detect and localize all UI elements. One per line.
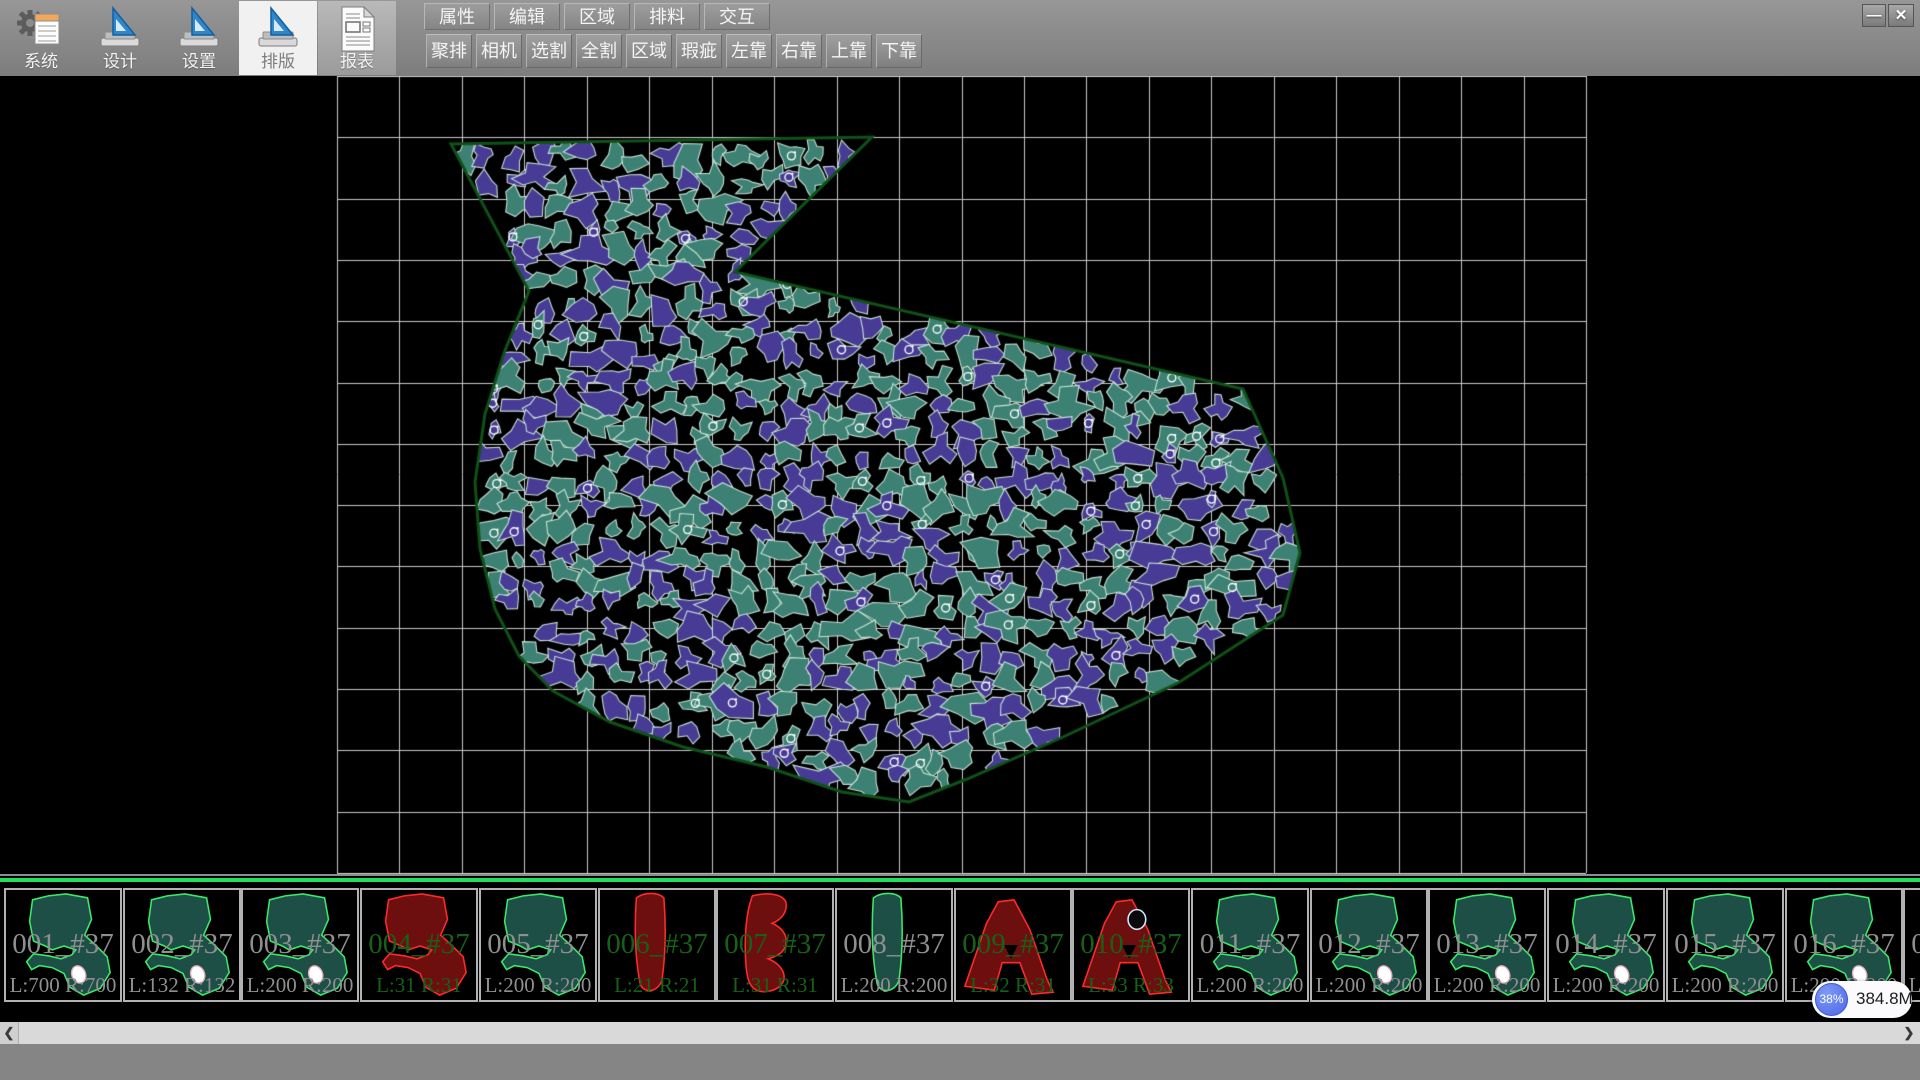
- main-button-label: 排版: [239, 47, 317, 72]
- piece-name-label: 009_#37: [948, 928, 1078, 961]
- piece-thumbnail-strip: 001_#37L:700 R:700002_#37L:132 R:132003_…: [0, 884, 1920, 1022]
- menu-item-2[interactable]: 编辑: [494, 3, 560, 30]
- main-button-settings[interactable]: 设置: [160, 1, 238, 75]
- piece-lr-count-label: L:200 R:200: [237, 973, 363, 998]
- tool-button-5[interactable]: 区域: [626, 34, 672, 68]
- piece-thumbnail-010_#37[interactable]: 010_#37L:33 R:33: [1072, 888, 1190, 1002]
- menu-item-3[interactable]: 区域: [564, 3, 630, 30]
- piece-lr-count-label: L:200 R:200: [831, 973, 957, 998]
- menu-item-4[interactable]: 排料: [634, 3, 700, 30]
- menu-item-5[interactable]: 交互: [704, 3, 770, 30]
- piece-name-label: 016_#37: [1779, 928, 1909, 961]
- minimize-button[interactable]: —: [1862, 4, 1886, 27]
- piece-lr-count-label: L:200 R:200: [1306, 973, 1432, 998]
- main-button-report[interactable]: 报表: [318, 1, 396, 75]
- piece-name-label: 002_#37: [117, 928, 247, 961]
- nesting-canvas[interactable]: [0, 76, 1920, 874]
- strip-divider-line: [0, 878, 1920, 882]
- piece-thumbnail-013_#37[interactable]: 013_#37L:200 R:200: [1428, 888, 1546, 1002]
- tool-button-8[interactable]: 右靠: [776, 34, 822, 68]
- piece-name-label: 017_#37: [1897, 928, 1920, 961]
- piece-thumbnail-014_#37[interactable]: 014_#37L:200 R:200: [1547, 888, 1665, 1002]
- main-button-nesting[interactable]: 排版: [239, 1, 317, 75]
- tool-button-3[interactable]: 选割: [526, 34, 572, 68]
- piece-lr-count-label: L:31 R:31: [356, 973, 482, 998]
- main-button-label: 设置: [160, 47, 238, 72]
- piece-thumbnail-003_#37[interactable]: 003_#37L:200 R:200: [241, 888, 359, 1002]
- piece-lr-count-label: L:31 R:31: [712, 973, 838, 998]
- piece-name-label: 007_#37: [710, 928, 840, 961]
- piece-name-label: 004_#37: [354, 928, 484, 961]
- piece-name-label: 012_#37: [1304, 928, 1434, 961]
- piece-name-label: 003_#37: [235, 928, 365, 961]
- piece-name-label: 011_#37: [1185, 928, 1315, 961]
- piece-thumbnail-007_#37[interactable]: 007_#37L:31 R:31: [716, 888, 834, 1002]
- memory-usage-badge: 38% 384.8M: [1812, 981, 1912, 1018]
- piece-lr-count-label: L:200 R:200: [1662, 973, 1788, 998]
- piece-thumbnail-004_#37[interactable]: 004_#37L:31 R:31: [360, 888, 478, 1002]
- piece-lr-count-label: L:200 R:200: [1424, 973, 1550, 998]
- piece-name-label: 014_#37: [1541, 928, 1671, 961]
- piece-name-label: 005_#37: [473, 928, 603, 961]
- piece-thumbnail-008_#37[interactable]: 008_#37L:200 R:200: [835, 888, 953, 1002]
- main-button-design[interactable]: 设计: [81, 1, 159, 75]
- piece-name-label: 010_#37: [1066, 928, 1196, 961]
- main-button-system[interactable]: 系统: [2, 1, 80, 75]
- piece-lr-count-label: L:700 R:700: [0, 973, 126, 998]
- status-bar: [0, 1044, 1920, 1080]
- piece-name-label: 008_#37: [829, 928, 959, 961]
- piece-thumbnail-015_#37[interactable]: 015_#37L:200 R:200: [1666, 888, 1784, 1002]
- piece-lr-count-label: L:200 R:200: [475, 973, 601, 998]
- scroll-right-button[interactable]: ❯: [1900, 1022, 1918, 1044]
- piece-lr-count-label: L:200 R:200: [1543, 973, 1669, 998]
- piece-name-label: 013_#37: [1422, 928, 1552, 961]
- tool-button-7[interactable]: 左靠: [726, 34, 772, 68]
- piece-lr-count-label: L:132 R:132: [119, 973, 245, 998]
- piece-thumbnail-011_#37[interactable]: 011_#37L:200 R:200: [1191, 888, 1309, 1002]
- piece-thumbnail-012_#37[interactable]: 012_#37L:200 R:200: [1310, 888, 1428, 1002]
- piece-thumbnail-005_#37[interactable]: 005_#37L:200 R:200: [479, 888, 597, 1002]
- piece-thumbnail-006_#37[interactable]: 006_#37L:21 R:21: [598, 888, 716, 1002]
- main-button-label: 系统: [2, 47, 80, 72]
- piece-name-label: 006_#37: [592, 928, 722, 961]
- scroll-left-button[interactable]: ❮: [0, 1022, 19, 1044]
- piece-lr-count-label: L:32 R:31: [950, 973, 1076, 998]
- canvas-bottom-rule: [0, 874, 1920, 876]
- tool-button-1[interactable]: 聚排: [426, 34, 472, 68]
- memory-percent-indicator: 38%: [1815, 983, 1848, 1016]
- piece-name-label: 015_#37: [1660, 928, 1790, 961]
- tool-button-10[interactable]: 下靠: [876, 34, 922, 68]
- piece-lr-count-label: L:33 R:33: [1068, 973, 1194, 998]
- piece-thumbnail-002_#37[interactable]: 002_#37L:132 R:132: [123, 888, 241, 1002]
- piece-lr-count-label: L:21 R:21: [594, 973, 720, 998]
- piece-thumbnail-001_#37[interactable]: 001_#37L:700 R:700: [4, 888, 122, 1002]
- memory-size-label: 384.8M: [1856, 989, 1913, 1009]
- horizontal-scrollbar[interactable]: ❮ ❯: [0, 1022, 1920, 1044]
- main-button-label: 报表: [318, 47, 396, 72]
- close-button[interactable]: ✕: [1888, 4, 1914, 27]
- piece-name-label: 001_#37: [0, 928, 128, 961]
- toolbar: 系统设计设置排版报表 属性编辑区域排料交互 聚排相机选割全割区域瑕疵左靠右靠上靠…: [0, 0, 1920, 76]
- tool-button-2[interactable]: 相机: [476, 34, 522, 68]
- menu-item-1[interactable]: 属性: [424, 3, 490, 30]
- tool-button-9[interactable]: 上靠: [826, 34, 872, 68]
- tool-button-4[interactable]: 全割: [576, 34, 622, 68]
- nesting-app-window: 系统设计设置排版报表 属性编辑区域排料交互 聚排相机选割全割区域瑕疵左靠右靠上靠…: [0, 0, 1920, 1080]
- piece-lr-count-label: L:200 R:200: [1187, 973, 1313, 998]
- tool-button-6[interactable]: 瑕疵: [676, 34, 722, 68]
- main-button-label: 设计: [81, 47, 159, 72]
- piece-thumbnail-009_#37[interactable]: 009_#37L:32 R:31: [954, 888, 1072, 1002]
